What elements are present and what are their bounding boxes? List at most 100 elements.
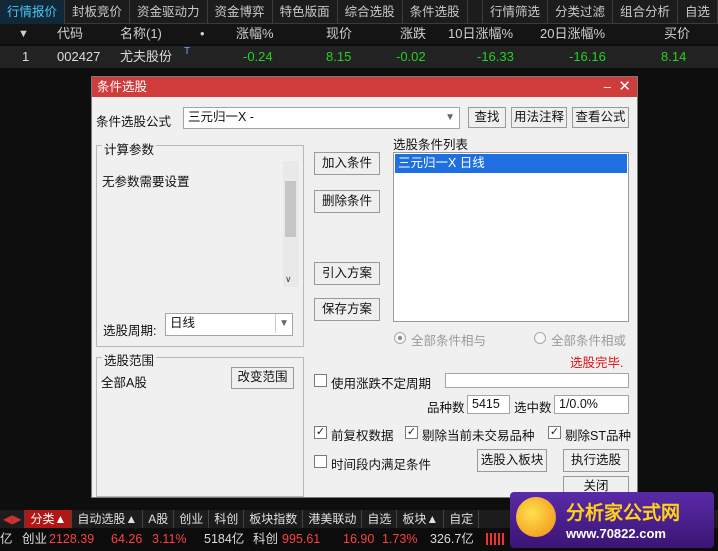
tab-portfolio-analysis[interactable]: 组合分析 [613,0,678,24]
formula-value: 三元归一X - [188,110,254,124]
close-icon[interactable]: ✕ [618,77,631,96]
col-price[interactable]: 现价 [326,24,352,44]
time-satisfy-checkbox[interactable] [314,455,327,468]
delete-condition-button[interactable]: 删除条件 [314,190,380,213]
row-change20: -16.16 [569,49,606,64]
tab-category[interactable]: 分类▲ [25,510,73,528]
range-title: 选股范围 [102,350,157,369]
count-label: 品种数 [427,401,465,415]
row-price: 8.15 [326,49,352,64]
chinext-pct: 3.11% [152,532,187,546]
count-value: 5415 [467,395,510,414]
tab-feature-layout[interactable]: 特色版面 [273,0,338,24]
tab-category-filter[interactable]: 分类过滤 [548,0,613,24]
radio-and-label: 全部条件相与 [411,334,487,348]
col-change-pct[interactable]: 涨幅% [236,24,274,44]
star-pct: 1.73% [382,532,418,546]
col-change20[interactable]: 20日涨幅% [540,24,605,44]
tab-hk-us[interactable]: 港美联动 [303,510,363,528]
execute-select-button[interactable]: 执行选股 [563,449,629,472]
import-scheme-button[interactable]: 引入方案 [314,262,380,285]
radio-or[interactable] [534,332,546,344]
table-row[interactable]: 1 002427 尤夫股份 T -0.24 8.15 -0.02 -16.33 … [0,46,718,68]
col-bid[interactable]: 买价 [664,24,690,44]
exclude-st-checkbox[interactable]: ✓ [548,426,561,439]
chinext-value: 2128.39 [49,532,95,546]
chinext-amount: 5184亿 [204,532,245,546]
row-bid: 8.14 [661,49,687,64]
dot-icon: • [200,26,205,41]
dialog-title: 条件选股 [97,80,148,94]
period-input[interactable] [445,373,629,388]
status-done: 选股完毕. [570,356,624,370]
view-formula-button[interactable]: 查看公式 [572,107,629,128]
dialog-title-bar: 条件选股 – ✕ [92,77,637,97]
col-name[interactable]: 名称(1) [120,24,162,44]
fq-checkbox[interactable]: ✓ [314,426,327,439]
chinext-label: 创业 [22,532,48,546]
exclude-untraded-checkbox[interactable]: ✓ [405,426,418,439]
condition-list[interactable]: 三元归一X 日线 [393,152,629,322]
chevron-down-icon[interactable]: ▼ [445,108,455,127]
find-button[interactable]: 查找 [468,107,506,128]
star-label: 科创 [253,532,279,546]
scrollbar-thumb[interactable] [285,181,296,237]
fq-label: 前复权数据 [331,429,394,443]
tab-a-share[interactable]: A股 [143,510,175,528]
prev-arrow-icon[interactable]: ◀▶ [0,510,26,528]
star-amount: 326.7亿 [430,532,474,546]
radio-and[interactable] [394,332,406,344]
tab-auto-select[interactable]: 自动选股▲ [72,510,144,528]
params-scrollbar[interactable]: ∨ [283,161,299,287]
flower-icon [516,497,556,537]
exclude-st-label: 剔除ST品种 [565,429,631,443]
col-change10[interactable]: 10日涨幅% [448,24,513,44]
condition-list-title: 选股条件列表 [393,138,469,152]
tab-quote-filter[interactable]: 行情筛选 [483,0,548,24]
tab-chinext[interactable]: 创业 [174,510,210,528]
tab-limit-bid[interactable]: 封板竞价 [65,0,131,24]
tab-sector-index[interactable]: 板块指数 [244,510,304,528]
save-scheme-button[interactable]: 保存方案 [314,298,380,321]
table-header: ▼ 代码 名称(1) • 涨幅% 现价 涨跌 10日涨幅% 20日涨幅% 买价 [0,24,718,44]
period-label: 选股周期: [103,324,157,338]
list-item[interactable]: 三元归一X 日线 [395,154,627,173]
scroll-down-icon[interactable]: ∨ [285,274,292,285]
selected-value: 1/0.0% [554,395,629,414]
sort-down-icon[interactable]: ▼ [18,24,29,44]
tab-fund-game[interactable]: 资金博弈 [208,0,273,24]
range-value: 全部A股 [101,376,147,390]
star-value: 995.61 [282,532,321,546]
minimize-icon[interactable]: – [604,77,611,97]
to-block-button[interactable]: 选股入板块 [477,449,547,472]
usage-note-button[interactable]: 用法注释 [511,107,567,128]
tab-fund-drive[interactable]: 资金驱动力 [130,0,208,24]
selected-label: 选中数 [514,401,552,415]
logo-url: www.70822.com [566,526,666,541]
chinext-change: 64.26 [111,532,143,546]
mini-bar-icon [486,533,506,545]
col-change[interactable]: 涨跌 [400,24,426,44]
formula-select[interactable]: 三元归一X - ▼ [183,107,460,129]
add-condition-button[interactable]: 加入条件 [314,152,380,175]
use-period-checkbox[interactable] [314,374,327,387]
tab-watchlist[interactable]: 自选 [678,0,718,24]
period-select[interactable]: 日线 ▼ [165,313,293,336]
row-change-pct: -0.24 [243,49,273,64]
star-change: 16.90 [343,532,375,546]
condition-select-dialog: 条件选股 – ✕ 条件选股公式 三元归一X - ▼ 查找 用法注释 查看公式 计… [91,76,638,498]
tab-star[interactable]: 科创 [209,510,245,528]
tab-sector[interactable]: 板块▲ [397,510,445,528]
chevron-down-icon[interactable]: ▼ [275,314,289,333]
tab-quote[interactable]: 行情报价 [0,0,66,24]
tab-composite-select[interactable]: 综合选股 [338,0,403,24]
tab-condition-select[interactable]: 条件选股 [403,0,468,24]
tab-watchlist-bottom[interactable]: 自选 [362,510,398,528]
row-index: 1 [22,49,30,64]
time-satisfy-label: 时间段内满足条件 [331,458,432,472]
top-tab-bar: 行情报价 封板竞价 资金驱动力 资金博弈 特色版面 综合选股 条件选股 行情筛选… [0,0,718,24]
change-range-button[interactable]: 改变范围 [231,367,294,389]
params-title: 计算参数 [102,139,157,158]
tab-custom[interactable]: 自定 [444,510,480,528]
col-code[interactable]: 代码 [57,24,83,44]
